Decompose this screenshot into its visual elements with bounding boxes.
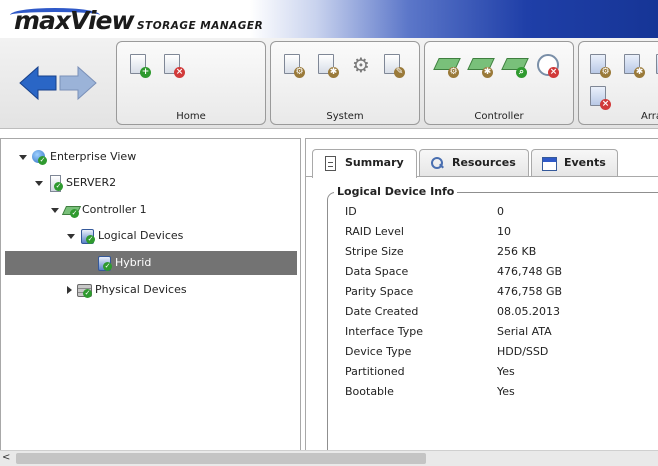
prop-label-device-type: Device Type	[345, 345, 412, 358]
nav-arrows	[19, 65, 97, 101]
prop-label-id: ID	[345, 205, 357, 218]
toolbar: + × Home ⚙ ✱ ⚙ ✎ System ⚙ ✱ ⌕ × Controll…	[0, 38, 658, 129]
tree-item-server[interactable]: ✓ SERVER2	[35, 174, 116, 192]
edit-icon: ✎	[394, 67, 405, 78]
enterprise-globe-icon: ✓	[31, 149, 47, 165]
forward-arrow-icon[interactable]	[59, 65, 97, 101]
tree-item-label: Physical Devices	[95, 283, 187, 296]
expand-icon[interactable]	[19, 154, 27, 160]
details-pane: Summary Resources Events Logical Device …	[305, 138, 658, 464]
gears-button[interactable]: ⚙	[349, 52, 373, 78]
tree-pane: ✓ Enterprise View ✓ SERVER2 ✓ Controller 1 …	[0, 138, 301, 452]
prop-label-bootable: Bootable	[345, 385, 394, 398]
x-icon: ×	[548, 67, 559, 78]
collapse-icon[interactable]	[67, 286, 72, 294]
plus-icon: +	[140, 67, 151, 78]
prop-value-stripe-size: 256 KB	[497, 245, 537, 258]
toolbar-group-controller: ⚙ ✱ ⌕ × Controller	[424, 41, 574, 125]
back-arrow-icon[interactable]	[19, 65, 57, 101]
calendar-icon	[542, 156, 557, 171]
tab-label: Events	[564, 156, 606, 169]
toolbar-group-label: Arra	[641, 111, 658, 122]
tools-icon: ✱	[634, 67, 645, 78]
remove-server-button[interactable]: ×	[161, 52, 185, 78]
scroll-left-arrow[interactable]: <	[2, 452, 10, 463]
expand-icon[interactable]	[67, 233, 75, 239]
scrollbar-thumb[interactable]	[16, 453, 426, 464]
array-search-button[interactable]: ⌕	[653, 52, 658, 78]
tree-item-controller[interactable]: ✓ Controller 1	[51, 201, 147, 219]
tab-label: Summary	[345, 156, 404, 169]
system-tools-button[interactable]: ✱	[315, 52, 339, 78]
magnifier-icon	[430, 156, 444, 170]
server-icon: ✓	[47, 175, 63, 192]
prop-label-data-space: Data Space	[345, 265, 409, 278]
tools-icon: ✱	[482, 67, 493, 78]
tree-item-hybrid[interactable]: ✓ Hybrid	[96, 254, 151, 272]
schedule-button[interactable]: ×	[535, 52, 559, 78]
tab-resources[interactable]: Resources	[419, 149, 529, 176]
toolbar-group-array: ⚙ ✱ ⌕ × Arra	[578, 41, 658, 125]
toolbar-group-label: Home	[176, 111, 206, 122]
x-icon: ×	[600, 99, 611, 110]
prop-value-bootable: Yes	[497, 385, 515, 398]
array-settings-button[interactable]: ⚙	[587, 52, 611, 78]
controller-settings-button[interactable]: ⚙	[433, 52, 461, 78]
physical-devices-icon: ✓	[76, 282, 92, 298]
tree-item-physical-devices[interactable]: ✓ Physical Devices	[67, 281, 187, 299]
toolbar-group-home: + × Home	[116, 41, 266, 125]
prop-label-raid-level: RAID Level	[345, 225, 404, 238]
gear-icon: ⚙	[600, 67, 611, 78]
tree-item-label: Logical Devices	[98, 229, 184, 242]
system-settings-button[interactable]: ⚙	[281, 52, 305, 78]
prop-value-raid-level: 10	[497, 225, 511, 238]
summary-document-icon	[323, 156, 337, 171]
prop-value-device-type: HDD/SSD	[497, 345, 549, 358]
prop-label-stripe-size: Stripe Size	[345, 245, 404, 258]
toolbar-group-label: System	[326, 111, 364, 122]
tree-item-logical-devices[interactable]: ✓ Logical Devices	[67, 227, 183, 245]
logical-device-icon: ✓	[96, 255, 112, 271]
prop-label-partitioned: Partitioned	[345, 365, 405, 378]
controller-search-button[interactable]: ⌕	[501, 52, 529, 78]
tab-summary[interactable]: Summary	[312, 149, 417, 178]
tree-item-label: SERVER2	[66, 176, 117, 189]
toolbar-group-system: ⚙ ✱ ⚙ ✎ System	[270, 41, 420, 125]
x-icon: ×	[174, 67, 185, 78]
gear-icon: ⚙	[294, 67, 305, 78]
prop-value-parity-space: 476,758 GB	[497, 285, 563, 298]
add-server-button[interactable]: +	[127, 52, 151, 78]
expand-icon[interactable]	[35, 180, 43, 186]
prop-value-interface-type: Serial ATA	[497, 325, 552, 338]
system-log-button[interactable]: ✎	[381, 52, 405, 78]
app-subtitle: STORAGE MANAGER	[137, 20, 264, 32]
tools-icon: ✱	[328, 67, 339, 78]
prop-value-data-space: 476,748 GB	[497, 265, 563, 278]
tab-events[interactable]: Events	[531, 149, 618, 176]
array-delete-button[interactable]: ×	[587, 84, 611, 110]
tree-item-label: Controller 1	[82, 203, 147, 216]
app-logo: maxView	[14, 6, 135, 35]
search-icon: ⌕	[516, 67, 527, 78]
prop-value-date-created: 08.05.2013	[497, 305, 560, 318]
group-legend: Logical Device Info	[334, 185, 458, 198]
tree-item-enterprise-view[interactable]: ✓ Enterprise View	[19, 148, 136, 166]
logical-devices-icon: ✓	[79, 228, 95, 244]
array-tools-button[interactable]: ✱	[621, 52, 645, 78]
prop-label-interface-type: Interface Type	[345, 325, 424, 338]
prop-value-partitioned: Yes	[497, 365, 515, 378]
prop-value-id: 0	[497, 205, 504, 218]
controller-icon: ✓	[61, 202, 82, 218]
expand-icon[interactable]	[51, 207, 59, 213]
horizontal-scrollbar[interactable]: <	[0, 450, 658, 466]
tree-item-label: Hybrid	[115, 256, 152, 269]
gears-icon: ⚙	[352, 53, 370, 77]
gear-icon: ⚙	[448, 67, 459, 78]
tree-item-label: Enterprise View	[50, 150, 137, 163]
toolbar-group-label: Controller	[474, 111, 524, 122]
prop-label-date-created: Date Created	[345, 305, 419, 318]
tab-label: Resources	[452, 156, 516, 169]
prop-label-parity-space: Parity Space	[345, 285, 414, 298]
controller-tools-button[interactable]: ✱	[467, 52, 495, 78]
